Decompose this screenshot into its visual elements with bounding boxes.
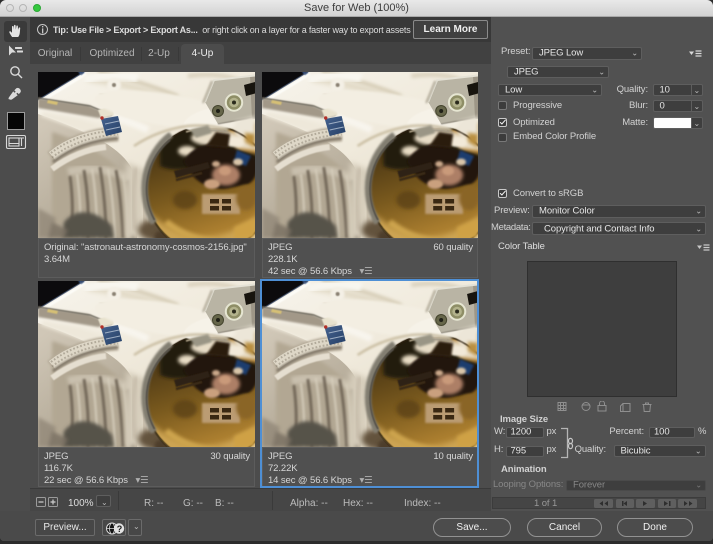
svg-text:?: ? — [117, 524, 123, 534]
